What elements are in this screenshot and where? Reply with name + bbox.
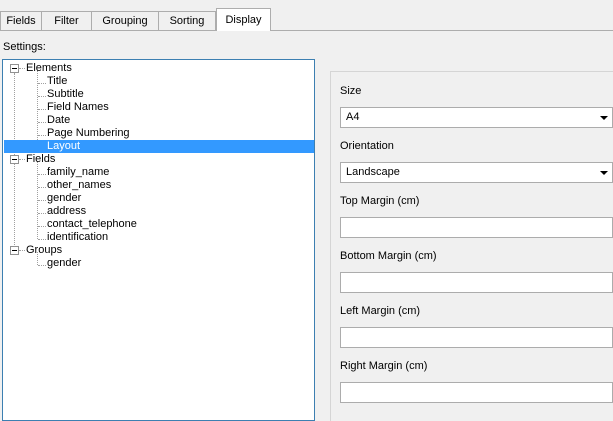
tree-group-groups[interactable]: Groups — [26, 244, 62, 257]
tab-strip: Fields Filter Grouping Sorting Display — [0, 0, 613, 31]
tree-group-fields[interactable]: Fields — [26, 153, 55, 166]
tree-item-date[interactable]: Date — [47, 114, 70, 127]
tree-item-gender[interactable]: gender — [47, 192, 81, 205]
tree-connector — [38, 239, 46, 240]
tree-item-contact-telephone[interactable]: contact_telephone — [47, 218, 137, 231]
chevron-down-icon[interactable] — [595, 108, 612, 127]
tree-item-family-name[interactable]: family_name — [47, 166, 109, 179]
tree-group-elements[interactable]: Elements — [26, 62, 72, 75]
tree-item-other-names[interactable]: other_names — [47, 179, 111, 192]
orientation-label: Orientation — [340, 140, 394, 152]
tree-connector — [38, 109, 46, 110]
tab-fields[interactable]: Fields — [0, 11, 42, 30]
tree-item-title[interactable]: Title — [47, 75, 67, 88]
tree-item-subtitle[interactable]: Subtitle — [47, 88, 84, 101]
tab-sorting[interactable]: Sorting — [158, 11, 216, 30]
expander-elements-icon[interactable] — [10, 64, 19, 73]
chevron-down-icon[interactable] — [595, 163, 612, 182]
tab-strip-baseline — [0, 30, 613, 31]
expander-fields-icon[interactable] — [10, 155, 19, 164]
tree-connector — [38, 213, 46, 214]
tree-connector — [38, 187, 46, 188]
expander-groups-icon[interactable] — [10, 246, 19, 255]
tree-connector — [38, 96, 46, 97]
tab-grouping[interactable]: Grouping — [91, 11, 159, 30]
tree-item-field-names[interactable]: Field Names — [47, 101, 109, 114]
bottom-margin-label: Bottom Margin (cm) — [340, 250, 437, 262]
tree-connector — [38, 200, 46, 201]
tree-item-identification[interactable]: identification — [47, 231, 108, 244]
tree-connector — [19, 250, 25, 251]
tree-item-page-numbering[interactable]: Page Numbering — [47, 127, 130, 140]
right-margin-label: Right Margin (cm) — [340, 360, 428, 372]
top-margin-label: Top Margin (cm) — [340, 195, 420, 207]
tree-item-layout[interactable]: Layout — [4, 140, 314, 153]
size-label: Size — [340, 85, 362, 97]
bottom-margin-input[interactable] — [340, 272, 613, 293]
tree-item-address[interactable]: address — [47, 205, 86, 218]
tree-connector — [38, 122, 46, 123]
orientation-dropdown[interactable]: Landscape — [340, 162, 613, 183]
left-margin-label: Left Margin (cm) — [340, 305, 421, 317]
tab-filter[interactable]: Filter — [41, 11, 92, 30]
tree-connector — [19, 159, 25, 160]
top-margin-input[interactable] — [340, 217, 613, 238]
settings-label: Settings: — [3, 41, 46, 53]
tab-display[interactable]: Display — [216, 8, 271, 31]
tree-connector — [38, 226, 46, 227]
tree-connector — [19, 68, 25, 69]
size-dropdown[interactable]: A4 — [340, 107, 613, 128]
settings-tree[interactable]: Elements Title Subtitle Field Names Date… — [2, 59, 315, 421]
orientation-value: Landscape — [346, 166, 400, 178]
tree-connector — [38, 83, 46, 84]
tree-connector — [38, 135, 46, 136]
tree-connector — [38, 174, 46, 175]
left-margin-input[interactable] — [340, 327, 613, 348]
tree-connector — [38, 265, 46, 266]
right-margin-input[interactable] — [340, 382, 613, 403]
tree-item-group-gender[interactable]: gender — [47, 257, 81, 270]
size-value: A4 — [346, 111, 360, 123]
